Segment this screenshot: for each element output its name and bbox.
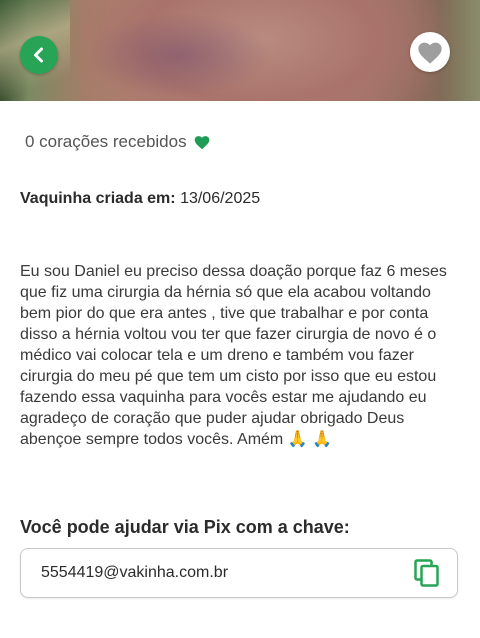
pix-key-field[interactable]: 5554419@vakinha.com.br	[20, 548, 458, 598]
copy-icon	[414, 559, 439, 587]
arrow-left-icon	[34, 47, 43, 63]
copy-button[interactable]	[413, 559, 441, 587]
back-button[interactable]	[20, 36, 58, 74]
campaign-description: Eu sou Daniel eu preciso dessa doação po…	[20, 263, 447, 448]
hearts-received: 0 corações recebidos	[25, 132, 211, 152]
campaign-image	[0, 0, 480, 101]
created-date: Vaquinha criada em: 13/06/2025	[20, 190, 260, 208]
pix-title: Você pode ajudar via Pix com a chave:	[20, 517, 350, 537]
hearts-received-text: 0 corações recebidos	[25, 132, 187, 151]
pix-key-value[interactable]: 5554419@vakinha.com.br	[41, 564, 228, 582]
created-value: 13/06/2025	[180, 190, 261, 207]
heart-icon	[194, 136, 209, 150]
favorite-button[interactable]	[410, 32, 450, 72]
created-label: Vaquinha criada em:	[20, 190, 176, 207]
heart-icon	[418, 42, 442, 64]
